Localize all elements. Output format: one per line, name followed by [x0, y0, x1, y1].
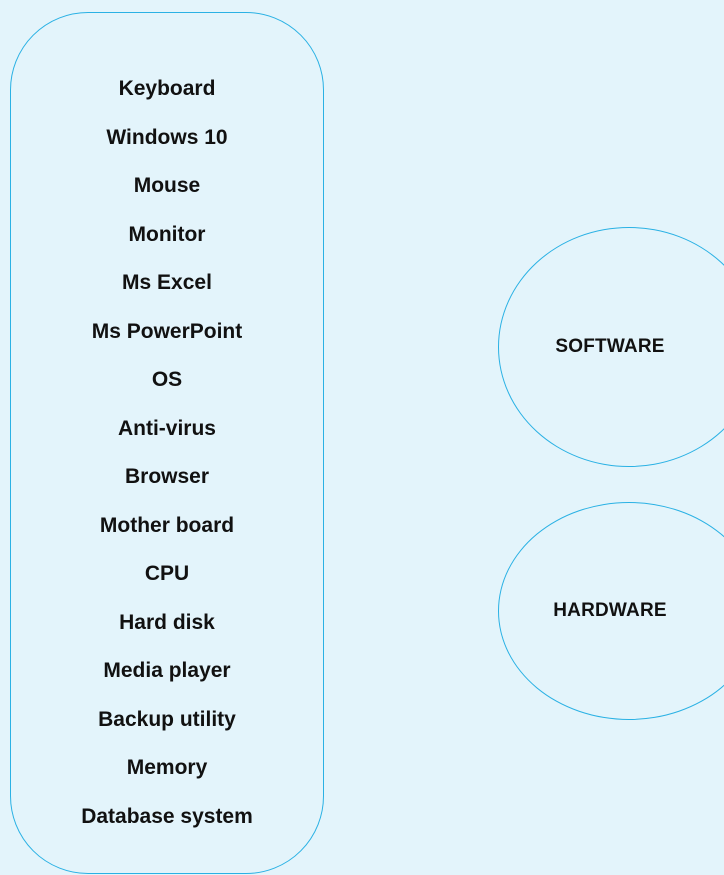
item-mouse[interactable]: Mouse — [11, 174, 323, 223]
software-label: SOFTWARE — [555, 336, 665, 357]
items-panel: Keyboard Windows 10 Mouse Monitor Ms Exc… — [10, 12, 324, 874]
software-drop-zone[interactable]: SOFTWARE — [498, 227, 724, 467]
item-list: Keyboard Windows 10 Mouse Monitor Ms Exc… — [11, 77, 323, 853]
item-windows-10[interactable]: Windows 10 — [11, 126, 323, 175]
item-ms-powerpoint[interactable]: Ms PowerPoint — [11, 320, 323, 369]
item-backup-utility[interactable]: Backup utility — [11, 708, 323, 757]
item-browser[interactable]: Browser — [11, 465, 323, 514]
item-cpu[interactable]: CPU — [11, 562, 323, 611]
item-mother-board[interactable]: Mother board — [11, 514, 323, 563]
hardware-label: HARDWARE — [553, 600, 667, 621]
item-keyboard[interactable]: Keyboard — [11, 77, 323, 126]
item-monitor[interactable]: Monitor — [11, 223, 323, 272]
item-os[interactable]: OS — [11, 368, 323, 417]
item-ms-excel[interactable]: Ms Excel — [11, 271, 323, 320]
item-media-player[interactable]: Media player — [11, 659, 323, 708]
item-anti-virus[interactable]: Anti-virus — [11, 417, 323, 466]
hardware-drop-zone[interactable]: HARDWARE — [498, 502, 724, 720]
item-hard-disk[interactable]: Hard disk — [11, 611, 323, 660]
item-database-system[interactable]: Database system — [11, 805, 323, 854]
item-memory[interactable]: Memory — [11, 756, 323, 805]
